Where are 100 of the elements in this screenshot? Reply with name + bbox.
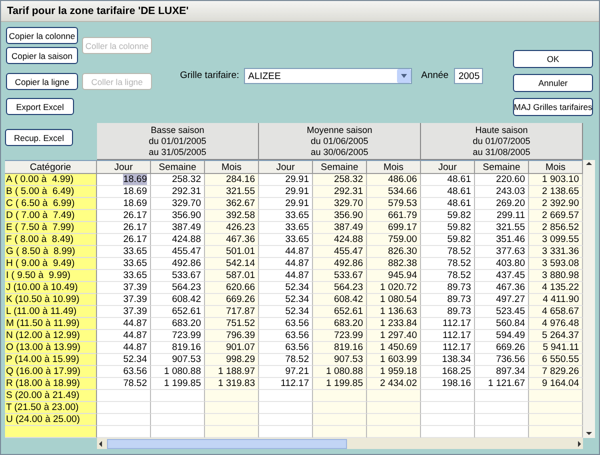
copy-season-button[interactable]: Copier la saison: [6, 47, 78, 64]
price-cell[interactable]: 424.88: [313, 234, 367, 246]
price-cell[interactable]: 59.82: [421, 222, 475, 234]
price-cell[interactable]: 33.65: [97, 246, 151, 258]
price-cell[interactable]: 455.47: [151, 246, 205, 258]
price-cell[interactable]: 329.70: [151, 198, 205, 210]
price-cell[interactable]: 33.65: [259, 234, 313, 246]
price-cell[interactable]: 723.99: [313, 330, 367, 342]
price-cell[interactable]: 497.27: [475, 294, 529, 306]
price-cell[interactable]: 29.91: [259, 198, 313, 210]
price-cell[interactable]: 258.32: [151, 174, 205, 186]
price-cell[interactable]: 44.87: [97, 318, 151, 330]
dialog-button[interactable]: OK: [513, 50, 593, 68]
price-cell[interactable]: 37.39: [97, 294, 151, 306]
copy-row-button[interactable]: Copier la ligne: [6, 73, 78, 90]
vertical-scrollbar[interactable]: [583, 160, 595, 438]
column-header[interactable]: Semaine: [313, 160, 367, 174]
price-cell[interactable]: 78.52: [421, 258, 475, 270]
price-cell[interactable]: 269.20: [475, 198, 529, 210]
price-cell[interactable]: 486.06: [367, 174, 421, 186]
price-cell[interactable]: 2 138.65: [529, 186, 583, 198]
price-cell[interactable]: 608.42: [313, 294, 367, 306]
price-cell[interactable]: 533.67: [151, 270, 205, 282]
price-cell[interactable]: 819.16: [313, 342, 367, 354]
recup-excel-button[interactable]: Recup. Excel: [5, 129, 73, 146]
price-cell[interactable]: 4 135.22: [529, 282, 583, 294]
price-cell[interactable]: 78.52: [259, 354, 313, 366]
price-cell[interactable]: 669.26: [205, 294, 259, 306]
price-cell[interactable]: 112.17: [421, 342, 475, 354]
price-cell[interactable]: 594.49: [475, 330, 529, 342]
price-cell[interactable]: 377.63: [475, 246, 529, 258]
price-cell[interactable]: 1 959.18: [367, 366, 421, 378]
column-header[interactable]: Semaine: [475, 160, 529, 174]
horizontal-scrollbar[interactable]: [97, 438, 583, 449]
price-cell[interactable]: 387.49: [151, 222, 205, 234]
price-cell[interactable]: 321.55: [475, 222, 529, 234]
price-cell[interactable]: 1 188.97: [205, 366, 259, 378]
price-cell[interactable]: 52.34: [259, 294, 313, 306]
price-cell[interactable]: 44.87: [97, 342, 151, 354]
price-cell[interactable]: 3 593.08: [529, 258, 583, 270]
price-cell[interactable]: 59.82: [421, 210, 475, 222]
price-cell[interactable]: 901.07: [205, 342, 259, 354]
price-cell[interactable]: 220.60: [475, 174, 529, 186]
price-cell[interactable]: 292.31: [313, 186, 367, 198]
column-header[interactable]: Mois: [367, 160, 421, 174]
copy-column-button[interactable]: Copier la colonne: [6, 27, 78, 44]
price-cell[interactable]: 198.16: [421, 378, 475, 390]
price-cell[interactable]: 3 880.98: [529, 270, 583, 282]
price-cell[interactable]: 4 976.48: [529, 318, 583, 330]
scroll-down-icon[interactable]: [585, 430, 593, 438]
price-cell[interactable]: 63.56: [259, 342, 313, 354]
price-cell[interactable]: 560.84: [475, 318, 529, 330]
price-cell[interactable]: 362.67: [205, 198, 259, 210]
price-cell[interactable]: 699.17: [367, 222, 421, 234]
price-cell[interactable]: 455.47: [313, 246, 367, 258]
price-cell[interactable]: 1 450.69: [367, 342, 421, 354]
column-header[interactable]: Semaine: [151, 160, 205, 174]
price-cell[interactable]: 44.87: [97, 330, 151, 342]
column-header[interactable]: Jour: [421, 160, 475, 174]
price-cell[interactable]: 669.26: [475, 342, 529, 354]
price-cell[interactable]: 258.32: [313, 174, 367, 186]
price-cell[interactable]: 3 331.36: [529, 246, 583, 258]
price-cell[interactable]: 89.73: [421, 306, 475, 318]
price-cell[interactable]: 29.91: [259, 174, 313, 186]
dialog-button[interactable]: Annuler: [513, 74, 593, 92]
price-cell[interactable]: 2 392.90: [529, 198, 583, 210]
price-cell[interactable]: 1 080.88: [151, 366, 205, 378]
price-cell[interactable]: 52.34: [259, 306, 313, 318]
price-cell[interactable]: 608.42: [151, 294, 205, 306]
price-cell[interactable]: 1 319.83: [205, 378, 259, 390]
price-cell[interactable]: 1 233.84: [367, 318, 421, 330]
grid-dropdown[interactable]: ALIZEE: [244, 68, 412, 84]
column-header[interactable]: Jour: [259, 160, 313, 174]
price-cell[interactable]: 329.70: [313, 198, 367, 210]
price-cell[interactable]: 1 020.72: [367, 282, 421, 294]
price-cell[interactable]: 542.14: [205, 258, 259, 270]
price-cell[interactable]: 1 136.63: [367, 306, 421, 318]
price-cell[interactable]: 63.56: [97, 366, 151, 378]
price-cell[interactable]: 387.49: [313, 222, 367, 234]
price-cell[interactable]: 826.30: [367, 246, 421, 258]
price-cell[interactable]: 492.86: [313, 258, 367, 270]
price-cell[interactable]: 945.94: [367, 270, 421, 282]
price-cell[interactable]: 89.73: [421, 282, 475, 294]
price-cell[interactable]: 4 411.90: [529, 294, 583, 306]
column-header[interactable]: Catégorie: [5, 160, 97, 174]
price-cell[interactable]: 7 829.26: [529, 366, 583, 378]
price-cell[interactable]: 37.39: [97, 282, 151, 294]
price-cell[interactable]: 37.39: [97, 306, 151, 318]
price-cell[interactable]: 78.52: [97, 378, 151, 390]
price-cell[interactable]: 426.23: [205, 222, 259, 234]
price-cell[interactable]: 1 080.88: [313, 366, 367, 378]
price-cell[interactable]: 26.17: [97, 234, 151, 246]
price-cell[interactable]: 751.52: [205, 318, 259, 330]
price-cell[interactable]: 652.61: [151, 306, 205, 318]
price-cell[interactable]: 48.61: [421, 186, 475, 198]
price-cell[interactable]: 661.79: [367, 210, 421, 222]
dialog-button[interactable]: MAJ Grilles tarifaires: [513, 98, 593, 116]
price-cell[interactable]: 1 121.67: [475, 378, 529, 390]
price-cell[interactable]: 403.80: [475, 258, 529, 270]
price-cell[interactable]: 44.87: [259, 246, 313, 258]
